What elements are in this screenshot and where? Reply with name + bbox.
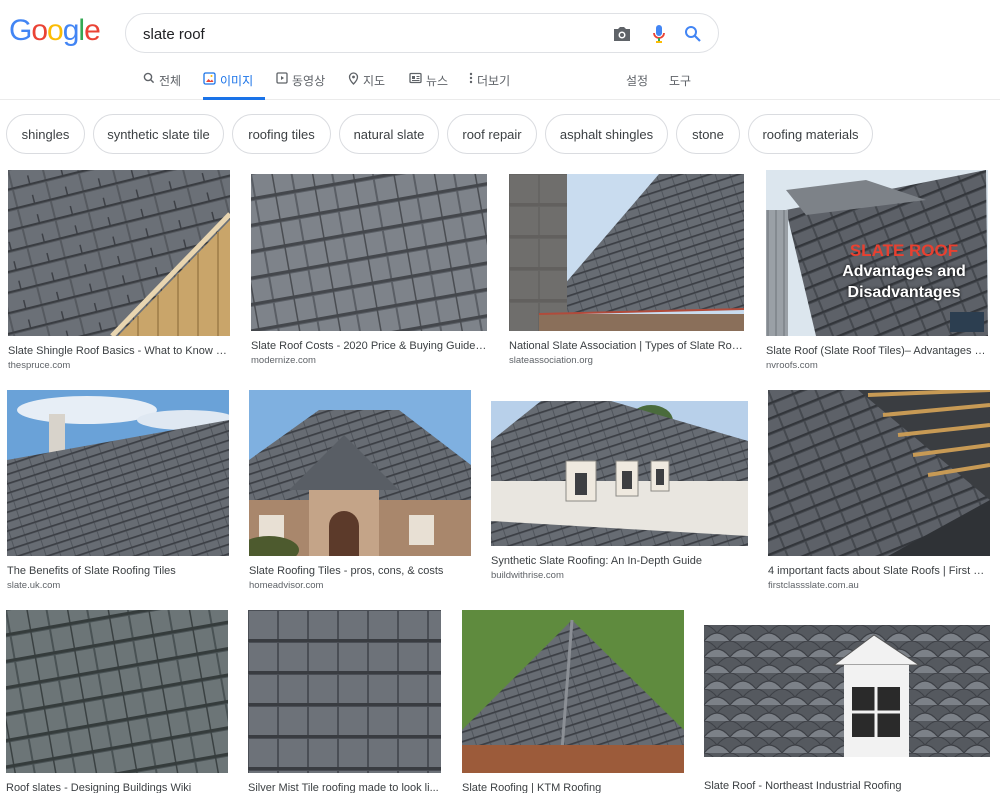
chip-label: asphalt shingles bbox=[559, 126, 654, 142]
tab-tools[interactable]: 도구 bbox=[669, 64, 691, 100]
chip-natural-slate[interactable]: natural slate bbox=[339, 114, 439, 154]
microphone-icon[interactable] bbox=[648, 23, 670, 45]
result-source: thespruce.com bbox=[8, 360, 71, 371]
image-icon bbox=[203, 72, 216, 85]
result-thumbnail[interactable] bbox=[7, 390, 229, 556]
image-result[interactable]: Slate Roofing Tiles - pros, cons, & cost… bbox=[249, 390, 471, 592]
thumbnail-overlay-text: SLATE ROOF Advantages and Disadvantages bbox=[824, 240, 984, 303]
tab-more-label: 더보기 bbox=[477, 74, 511, 88]
result-source: buildwithrise.com bbox=[491, 570, 564, 581]
tab-images[interactable]: 이미지 bbox=[203, 64, 265, 100]
chip-label: synthetic slate tile bbox=[107, 126, 210, 142]
result-thumbnail[interactable] bbox=[6, 610, 228, 773]
chip-label: roofing materials bbox=[762, 126, 859, 142]
tab-tools-label: 도구 bbox=[669, 74, 692, 88]
image-result[interactable]: Slate Roof Costs - 2020 Price & Buying G… bbox=[251, 174, 487, 367]
tab-images-label: 이미지 bbox=[220, 74, 254, 88]
result-source: homeadvisor.com bbox=[249, 580, 324, 591]
result-thumbnail[interactable] bbox=[462, 610, 684, 773]
chip-synthetic-slate-tile[interactable]: synthetic slate tile bbox=[93, 114, 224, 154]
search-tabs: 전체 이미지 동영상 지도 뉴스 더보기 설정 도구 bbox=[0, 64, 1000, 100]
tab-settings[interactable]: 설정 bbox=[626, 64, 648, 100]
result-source: slateassociation.org bbox=[509, 355, 593, 366]
result-title[interactable]: 4 important facts about Slate Roofs | Fi… bbox=[768, 564, 990, 578]
tab-all-label: 전체 bbox=[159, 74, 182, 88]
overlay-line: SLATE ROOF bbox=[849, 241, 959, 260]
result-thumbnail[interactable] bbox=[768, 390, 990, 556]
tab-news[interactable]: 뉴스 bbox=[409, 64, 448, 100]
camera-icon[interactable] bbox=[611, 23, 633, 45]
chip-stone[interactable]: stone bbox=[676, 114, 740, 154]
tab-videos-label: 동영상 bbox=[292, 74, 326, 88]
news-icon bbox=[409, 72, 422, 84]
tab-videos[interactable]: 동영상 bbox=[276, 64, 325, 100]
result-thumbnail[interactable] bbox=[8, 170, 230, 336]
logo-letter: e bbox=[84, 14, 101, 47]
map-pin-icon bbox=[348, 72, 359, 85]
tab-maps-label: 지도 bbox=[363, 74, 386, 88]
result-thumbnail[interactable]: SLATE ROOF Advantages and Disadvantages bbox=[766, 170, 988, 336]
logo-letter: G bbox=[9, 14, 32, 47]
chip-roofing-materials[interactable]: roofing materials bbox=[748, 114, 873, 154]
search-icon[interactable] bbox=[682, 23, 704, 45]
result-title[interactable]: Silver Mist Tile roofing made to look li… bbox=[248, 781, 441, 793]
result-title[interactable]: Slate Roof - Northeast Industrial Roofin… bbox=[704, 779, 990, 793]
image-result[interactable]: The Benefits of Slate Roofing Tiles slat… bbox=[7, 390, 229, 592]
tab-maps[interactable]: 지도 bbox=[348, 64, 385, 100]
result-thumbnail[interactable] bbox=[509, 174, 744, 331]
result-thumbnail[interactable] bbox=[251, 174, 487, 331]
image-result[interactable]: Roof slates - Designing Buildings Wiki bbox=[6, 610, 228, 793]
overlay-line: Advantages and bbox=[842, 263, 966, 280]
tab-news-label: 뉴스 bbox=[426, 74, 449, 88]
result-thumbnail[interactable] bbox=[491, 401, 748, 546]
logo-letter: o bbox=[47, 14, 64, 47]
chip-label: roofing tiles bbox=[248, 126, 315, 142]
image-result[interactable]: Slate Shingle Roof Basics - What to Know… bbox=[8, 170, 230, 372]
search-icon bbox=[143, 72, 155, 84]
image-result[interactable]: Slate Roof - Northeast Industrial Roofin… bbox=[704, 625, 990, 793]
result-source: nvroofs.com bbox=[766, 360, 818, 371]
search-box bbox=[125, 13, 719, 53]
more-vert-icon bbox=[469, 72, 473, 84]
chip-roof-repair[interactable]: roof repair bbox=[447, 114, 537, 154]
result-thumbnail[interactable] bbox=[704, 625, 990, 757]
logo-letter: g bbox=[62, 14, 80, 47]
chip-shingles[interactable]: shingles bbox=[6, 114, 85, 154]
video-icon bbox=[276, 72, 288, 84]
chip-label: shingles bbox=[21, 126, 70, 142]
result-source: modernize.com bbox=[251, 355, 316, 366]
image-result[interactable]: Synthetic Slate Roofing: An In-Depth Gui… bbox=[491, 401, 748, 582]
result-title[interactable]: Slate Roof Costs - 2020 Price & Buying G… bbox=[251, 339, 487, 353]
chip-label: stone bbox=[692, 126, 724, 142]
result-title[interactable]: Roof slates - Designing Buildings Wiki bbox=[6, 781, 228, 793]
result-title[interactable]: Slate Roofing Tiles - pros, cons, & cost… bbox=[249, 564, 471, 578]
result-source: slate.uk.com bbox=[7, 580, 61, 591]
image-result[interactable]: Slate Roofing | KTM Roofing bbox=[462, 610, 684, 793]
overlay-line: Disadvantages bbox=[847, 284, 961, 301]
image-result[interactable]: Silver Mist Tile roofing made to look li… bbox=[248, 610, 441, 793]
result-title[interactable]: Slate Roof (Slate Roof Tiles)– Advantage… bbox=[766, 344, 988, 358]
image-result[interactable]: SLATE ROOF Advantages and Disadvantages … bbox=[766, 170, 988, 372]
chip-label: roof repair bbox=[462, 126, 522, 142]
tab-more[interactable]: 더보기 bbox=[469, 64, 510, 100]
result-title[interactable]: Synthetic Slate Roofing: An In-Depth Gui… bbox=[491, 554, 748, 568]
result-thumbnail[interactable] bbox=[248, 610, 441, 773]
result-source: firstclassslate.com.au bbox=[768, 580, 859, 591]
tab-settings-label: 설정 bbox=[626, 74, 649, 88]
result-title[interactable]: Slate Shingle Roof Basics - What to Know… bbox=[8, 344, 230, 358]
tab-all[interactable]: 전체 bbox=[143, 64, 181, 100]
chip-label: natural slate bbox=[353, 126, 425, 142]
logo-letter: o bbox=[31, 14, 48, 47]
result-title[interactable]: Slate Roofing | KTM Roofing bbox=[462, 781, 684, 793]
image-result[interactable]: 4 important facts about Slate Roofs | Fi… bbox=[768, 390, 990, 592]
chip-roofing-tiles[interactable]: roofing tiles bbox=[232, 114, 331, 154]
chip-asphalt-shingles[interactable]: asphalt shingles bbox=[545, 114, 668, 154]
result-title[interactable]: National Slate Association | Types of Sl… bbox=[509, 339, 744, 353]
result-title[interactable]: The Benefits of Slate Roofing Tiles bbox=[7, 564, 229, 578]
result-thumbnail[interactable] bbox=[249, 390, 471, 556]
google-logo[interactable]: Google bbox=[9, 14, 101, 48]
image-result[interactable]: National Slate Association | Types of Sl… bbox=[509, 174, 744, 367]
search-input[interactable] bbox=[143, 23, 583, 45]
